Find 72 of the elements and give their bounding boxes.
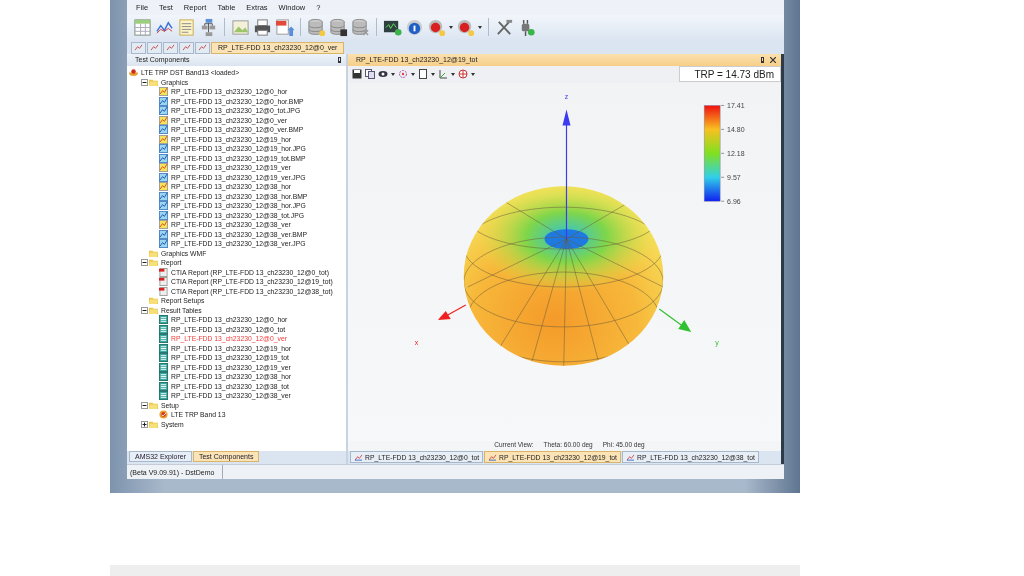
graph-icon xyxy=(159,220,168,230)
trp-readout: TRP = 14.73 dBm xyxy=(679,66,781,83)
alert-database-icon[interactable] xyxy=(456,17,475,37)
chart-icon xyxy=(625,453,635,461)
image-icon xyxy=(159,144,168,154)
y-axis-arrow xyxy=(658,308,692,332)
expand-toggle[interactable] xyxy=(140,420,148,428)
table-icon xyxy=(159,372,168,382)
tools-icon[interactable] xyxy=(495,17,514,37)
table-icon xyxy=(159,334,168,344)
image-icon xyxy=(159,201,168,211)
folder-icon xyxy=(149,419,158,429)
collapse-toggle[interactable] xyxy=(140,401,148,409)
image-icon xyxy=(159,191,168,201)
document-icon[interactable] xyxy=(418,69,428,80)
chart-icon xyxy=(488,453,498,461)
collapse-toggle[interactable] xyxy=(140,306,148,314)
caret-icon[interactable] xyxy=(411,72,415,76)
image-icon xyxy=(159,153,168,163)
caret-icon[interactable] xyxy=(449,25,453,29)
globe-icon[interactable] xyxy=(458,69,468,80)
alert-database-icon[interactable] xyxy=(427,17,446,37)
image-icon xyxy=(159,172,168,182)
tree-icon[interactable] xyxy=(199,17,218,37)
eye-icon[interactable] xyxy=(378,69,388,80)
close-icon[interactable] xyxy=(770,56,776,63)
report-icon xyxy=(159,277,168,287)
table-icon xyxy=(159,343,168,353)
report-icon xyxy=(159,286,168,296)
copy-icon[interactable] xyxy=(365,69,375,80)
caret-icon[interactable] xyxy=(471,72,475,76)
caret-icon[interactable] xyxy=(451,72,455,76)
caret-icon[interactable] xyxy=(431,72,435,76)
graph-icon xyxy=(159,87,168,97)
printer-icon[interactable] xyxy=(253,17,272,37)
table-icon xyxy=(159,324,168,334)
table-icon xyxy=(159,391,168,401)
x-axis-arrow xyxy=(437,304,467,320)
image-icon xyxy=(159,229,168,239)
collapse-toggle[interactable] xyxy=(140,259,148,267)
graph-icon xyxy=(159,182,168,192)
scroll-bar[interactable] xyxy=(781,53,784,465)
table-icon xyxy=(159,381,168,391)
folder-icon xyxy=(149,305,158,315)
graph-icon xyxy=(159,115,168,125)
collapse-toggle[interactable] xyxy=(140,78,148,86)
folder-icon xyxy=(149,248,158,258)
report-icon xyxy=(159,267,168,277)
folder-icon xyxy=(149,400,158,410)
graph-icon xyxy=(159,163,168,173)
folder-icon xyxy=(149,296,158,306)
pin-icon[interactable] xyxy=(338,56,341,63)
image-icon xyxy=(159,96,168,106)
list-icon[interactable] xyxy=(177,17,196,37)
rotate-icon[interactable] xyxy=(398,69,408,80)
table-icon xyxy=(159,362,168,372)
table-icon xyxy=(159,315,168,325)
image-icon xyxy=(159,106,168,116)
image-icon xyxy=(159,125,168,135)
database-icon[interactable] xyxy=(329,17,348,37)
graph-icon xyxy=(159,134,168,144)
pdf-export-icon[interactable] xyxy=(275,17,294,37)
caret-icon[interactable] xyxy=(478,25,482,29)
chart-icon xyxy=(354,453,363,461)
info-database-icon[interactable] xyxy=(405,17,424,37)
image-icon xyxy=(159,239,168,249)
pin-icon[interactable] xyxy=(761,56,764,63)
caret-icon[interactable] xyxy=(391,72,395,76)
image-icon xyxy=(159,210,168,220)
save-icon[interactable] xyxy=(352,69,362,80)
folder-icon xyxy=(149,77,158,87)
table-icon xyxy=(159,353,168,363)
